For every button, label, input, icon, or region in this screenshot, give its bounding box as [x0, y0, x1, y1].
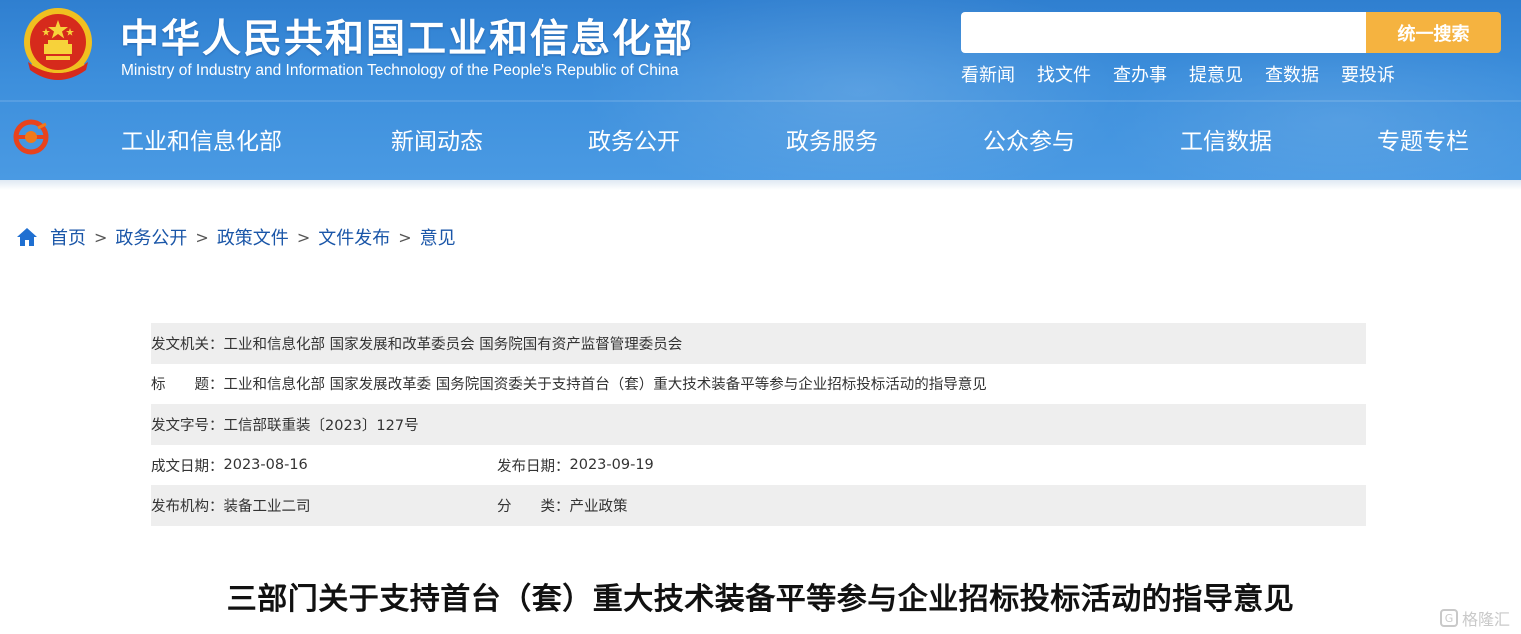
watermark-text: 格隆汇 — [1462, 610, 1511, 629]
written-date-label: 成文日期： — [151, 458, 224, 475]
quick-link-news[interactable]: 看新闻 — [961, 61, 1015, 87]
header-shadow — [0, 180, 1521, 190]
info-row-docno: 发文字号： 工信部联重装〔2023〕127号 — [151, 404, 1366, 445]
written-date-cell: 成文日期： 2023-08-16 — [151, 455, 497, 476]
search-button[interactable]: 统一搜索 — [1366, 12, 1501, 53]
ministry-logo-icon[interactable] — [12, 118, 50, 156]
breadcrumb-separator: > — [195, 227, 209, 247]
breadcrumb-government-affairs[interactable]: 政务公开 — [115, 224, 187, 250]
quick-link-files[interactable]: 找文件 — [1037, 61, 1091, 87]
breadcrumb-policy-files[interactable]: 政策文件 — [217, 224, 289, 250]
quick-link-feedback[interactable]: 提意见 — [1189, 61, 1243, 87]
category-value: 产业政策 — [569, 499, 628, 516]
org-cell: 发布机构： 装备工业二司 — [151, 495, 497, 516]
category-cell: 分 类： 产业政策 — [497, 495, 628, 516]
nav-item-ministry[interactable]: 工业和信息化部 — [121, 122, 282, 156]
breadcrumb-separator: > — [94, 227, 108, 247]
header-divider — [0, 100, 1521, 102]
info-row-issuer: 发文机关： 工业和信息化部 国家发展和改革委员会 国务院国有资产监督管理委员会 — [151, 323, 1366, 364]
nav-item-services[interactable]: 政务服务 — [786, 122, 878, 156]
national-emblem-icon[interactable] — [16, 4, 100, 86]
nav-item-public-participation[interactable]: 公众参与 — [983, 122, 1075, 156]
info-row-dates: 成文日期： 2023-08-16 发布日期： 2023-09-19 — [151, 445, 1366, 486]
org-value: 装备工业二司 — [223, 499, 311, 516]
article-title: 三部门关于支持首台（套）重大技术装备平等参与企业招标投标活动的指导意见 — [226, 582, 1295, 617]
document-info-table: 发文机关： 工业和信息化部 国家发展和改革委员会 国务院国有资产监督管理委员会 … — [151, 323, 1366, 526]
title-value: 工业和信息化部 国家发展改革委 国务院国资委关于支持首台（套）重大技术装备平等参… — [223, 377, 987, 394]
published-date-value: 2023-09-19 — [569, 457, 654, 474]
main-nav: 工业和信息化部 新闻动态 政务公开 政务服务 公众参与 工信数据 专题专栏 — [60, 118, 1521, 158]
quick-link-complaint[interactable]: 要投诉 — [1341, 61, 1395, 87]
search-input[interactable] — [961, 12, 1367, 53]
watermark-logo-icon: G — [1440, 609, 1458, 627]
home-icon[interactable] — [16, 227, 38, 247]
nav-item-government-affairs[interactable]: 政务公开 — [588, 122, 680, 156]
info-row-title: 标 题： 工业和信息化部 国家发展改革委 国务院国资委关于支持首台（套）重大技术… — [151, 364, 1366, 405]
nav-item-topics[interactable]: 专题专栏 — [1377, 122, 1469, 156]
published-date-cell: 发布日期： 2023-09-19 — [497, 455, 654, 476]
docno-label: 发文字号： — [151, 417, 224, 434]
breadcrumb-separator: > — [398, 227, 412, 247]
category-label: 分 类： — [497, 499, 570, 516]
published-date-label: 发布日期： — [497, 458, 570, 475]
title-label: 标 题： — [151, 377, 224, 394]
breadcrumb-separator: > — [296, 227, 311, 247]
info-row-org: 发布机构： 装备工业二司 分 类： 产业政策 — [151, 485, 1366, 526]
breadcrumb: 首页 > 政务公开 > 政策文件 > 文件发布 > 意见 — [16, 224, 456, 250]
breadcrumb-opinions[interactable]: 意见 — [420, 224, 456, 250]
quick-link-data[interactable]: 查数据 — [1265, 61, 1319, 87]
quick-link-services[interactable]: 查办事 — [1113, 61, 1167, 87]
org-label: 发布机构： — [151, 499, 224, 516]
site-header: 中华人民共和国工业和信息化部 Ministry of Industry and … — [0, 0, 1521, 180]
nav-item-data[interactable]: 工信数据 — [1180, 122, 1272, 156]
breadcrumb-home[interactable]: 首页 — [50, 224, 86, 250]
quick-links: 看新闻 找文件 查办事 提意见 查数据 要投诉 — [961, 61, 1417, 87]
site-subtitle: Ministry of Industry and Information Tec… — [121, 62, 679, 79]
issuer-value: 工业和信息化部 国家发展和改革委员会 国务院国有资产监督管理委员会 — [223, 336, 683, 353]
site-title[interactable]: 中华人民共和国工业和信息化部 — [120, 8, 694, 64]
breadcrumb-file-release[interactable]: 文件发布 — [318, 224, 390, 250]
issuer-label: 发文机关： — [151, 336, 224, 353]
watermark: G 格隆汇 — [1440, 606, 1510, 630]
docno-value: 工信部联重装〔2023〕127号 — [223, 417, 419, 434]
written-date-value: 2023-08-16 — [223, 457, 308, 474]
nav-item-news[interactable]: 新闻动态 — [391, 122, 483, 156]
